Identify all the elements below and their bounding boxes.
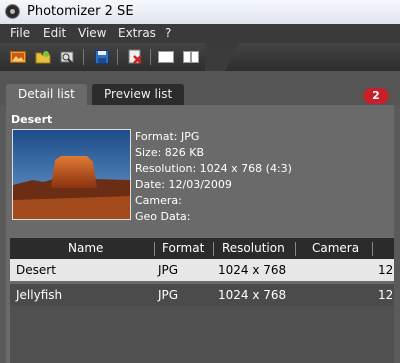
detail-title: Desert <box>11 113 53 126</box>
remove-icon[interactable] <box>127 49 143 65</box>
column-separator[interactable] <box>213 242 214 256</box>
menu-view[interactable]: View <box>78 26 106 40</box>
tab-preview-list[interactable]: Preview list <box>92 84 185 105</box>
cell-name: Desert <box>16 263 56 277</box>
window-title: Photomizer 2 SE <box>27 4 134 19</box>
cell-resolution: 1024 x 768 <box>218 288 287 302</box>
split-view-icon[interactable] <box>183 49 199 65</box>
toolbar-end-shape <box>205 43 239 71</box>
list-empty-area <box>10 306 394 363</box>
toolbar-separator <box>83 49 84 65</box>
info-format: Format: JPG <box>135 130 200 143</box>
cell-name: Jellyfish <box>16 288 63 302</box>
cell-resolution: 1024 x 768 <box>218 263 287 277</box>
menu-help[interactable]: ? <box>165 26 171 40</box>
column-resolution[interactable]: Resolution <box>222 241 285 255</box>
toolbar <box>0 43 400 72</box>
column-format[interactable]: Format <box>162 241 204 255</box>
count-badge: 2 <box>363 88 389 104</box>
single-view-icon[interactable] <box>158 49 174 65</box>
info-resolution: Resolution: 1024 x 768 (4:3) <box>135 162 292 175</box>
open-folder-icon[interactable] <box>35 49 51 65</box>
tab-strip: Detail list Preview list 2 <box>0 71 400 105</box>
column-separator[interactable] <box>372 242 373 256</box>
open-image-icon[interactable] <box>10 49 26 65</box>
menu-bar: File Edit View Extras ? <box>0 24 400 43</box>
app-icon <box>5 4 20 19</box>
info-date: Date: 12/03/2009 <box>135 178 232 191</box>
tab-detail-list[interactable]: Detail list <box>6 84 87 105</box>
info-camera: Camera: <box>135 194 182 207</box>
table-row[interactable]: Desert JPG 1024 x 768 12 <box>10 259 394 281</box>
column-name[interactable]: Name <box>68 241 103 255</box>
save-icon[interactable] <box>94 49 110 65</box>
detail-panel: Desert Format: JPG Size: 826 KB Resoluti… <box>6 105 394 363</box>
scan-icon[interactable] <box>59 49 75 65</box>
toolbar-separator <box>117 49 118 65</box>
cell-format: JPG <box>158 263 179 277</box>
menu-extras[interactable]: Extras <box>118 26 156 40</box>
desert-thumbnail <box>12 129 131 220</box>
title-bar: Photomizer 2 SE <box>0 0 400 25</box>
toolbar-separator <box>150 49 151 65</box>
table-header: Name Format Resolution Camera <box>10 238 394 260</box>
info-geo: Geo Data: <box>135 210 191 223</box>
cell-camera: 12 <box>378 288 394 302</box>
menu-file[interactable]: File <box>10 26 30 40</box>
column-camera[interactable]: Camera <box>312 241 359 255</box>
file-info: Format: JPG Size: 826 KB Resolution: 102… <box>135 129 292 225</box>
table-row[interactable]: Jellyfish JPG 1024 x 768 12 <box>10 284 394 306</box>
cell-format: JPG <box>158 288 179 302</box>
column-separator[interactable] <box>295 242 296 256</box>
info-size: Size: 826 KB <box>135 146 205 159</box>
column-separator[interactable] <box>154 242 155 256</box>
cell-camera: 12 <box>378 263 394 277</box>
menu-edit[interactable]: Edit <box>43 26 66 40</box>
